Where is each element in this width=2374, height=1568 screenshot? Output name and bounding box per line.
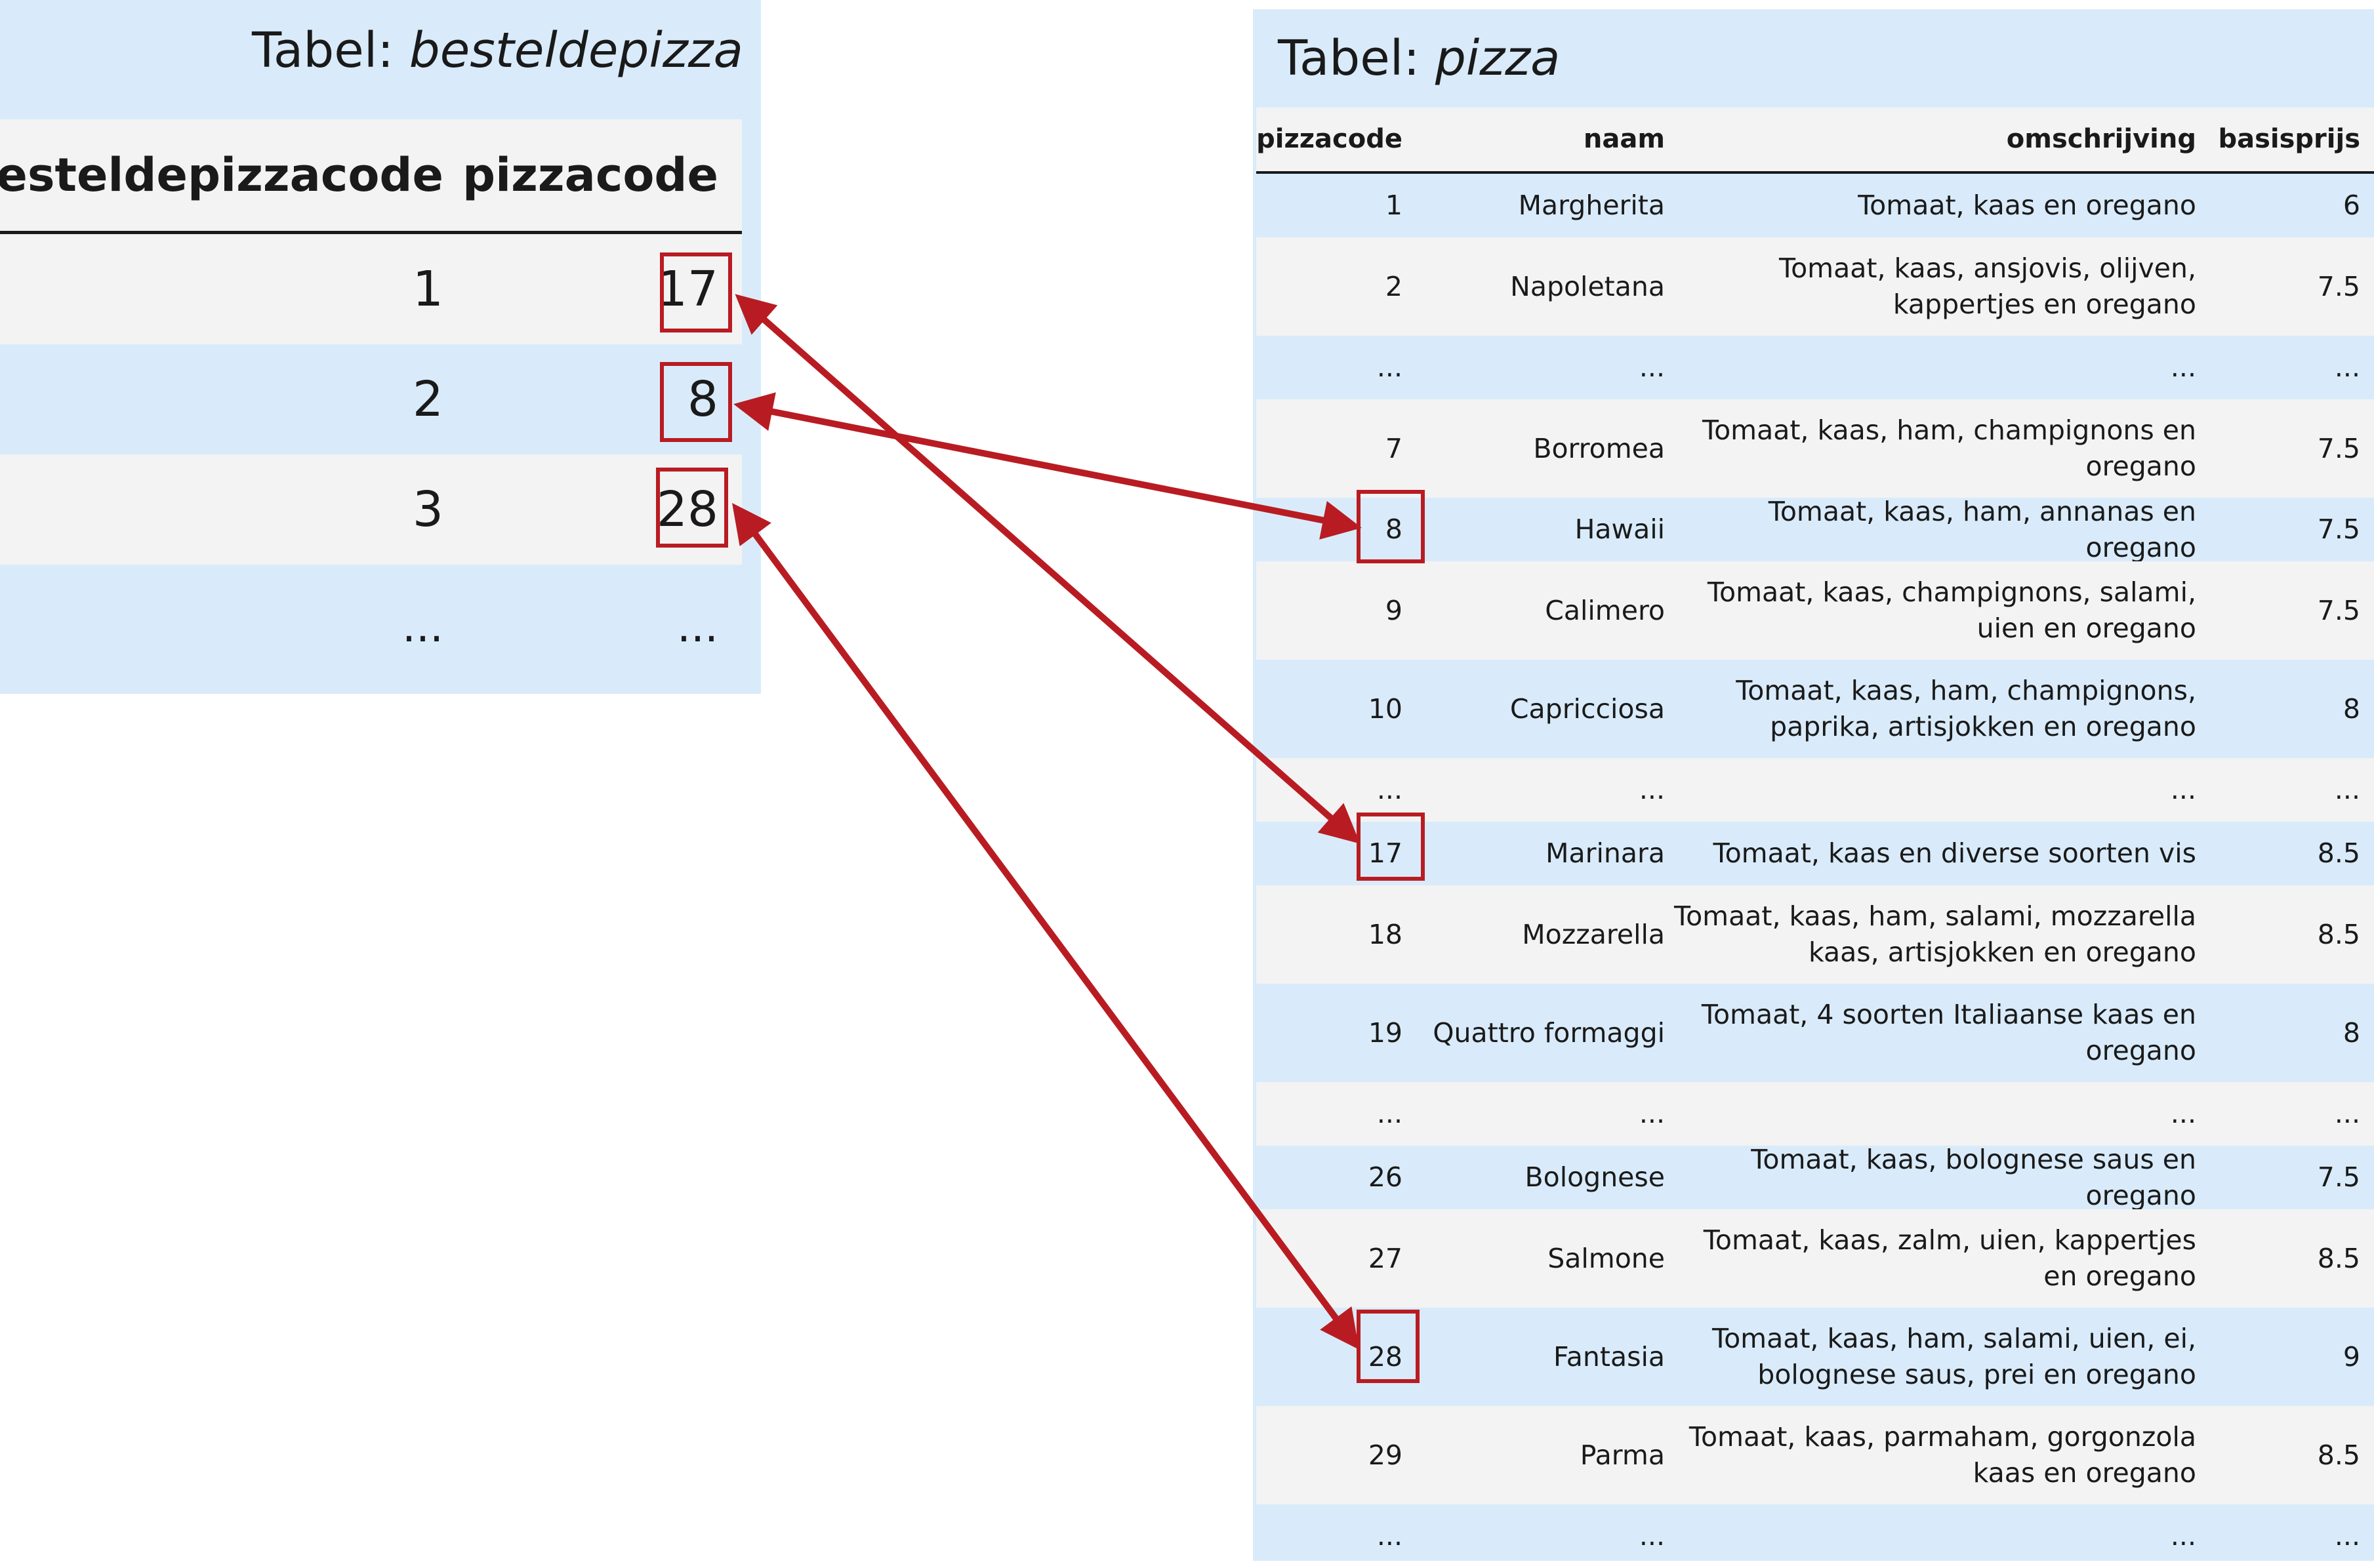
arrow-8-to-8 xyxy=(733,392,1362,540)
arrow-28-to-28 xyxy=(732,502,1359,1350)
relationship-arrows xyxy=(732,294,1362,1350)
arrow-17-to-17 xyxy=(735,294,1361,844)
